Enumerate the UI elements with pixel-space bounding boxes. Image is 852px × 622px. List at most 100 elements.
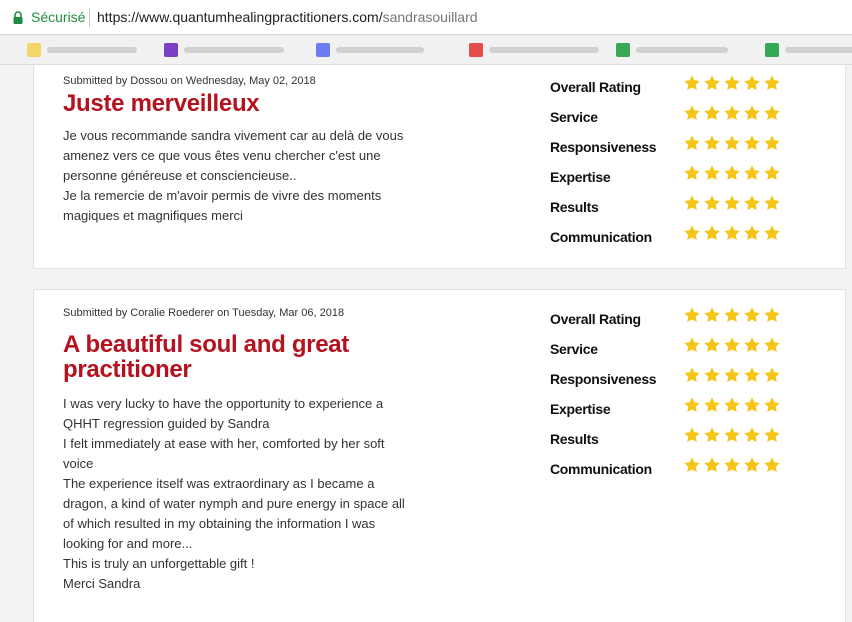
star-icon (703, 336, 721, 354)
rating-label: Service (550, 109, 598, 125)
star-icon (743, 396, 761, 414)
star-icon (763, 164, 781, 182)
star-icon (703, 366, 721, 384)
star-icon (703, 456, 721, 474)
star-icon (683, 456, 701, 474)
star-rating (683, 336, 783, 354)
star-icon (763, 134, 781, 152)
bookmark-icon (164, 43, 178, 57)
rating-label: Expertise (550, 169, 611, 185)
star-icon (743, 456, 761, 474)
star-icon (763, 456, 781, 474)
review-card: Submitted by Coralie Roederer on Tuesday… (33, 289, 846, 622)
star-icon (743, 336, 761, 354)
bookmark-icon (316, 43, 330, 57)
star-rating (683, 194, 783, 212)
review-body: I was very lucky to have the opportunity… (63, 394, 423, 594)
star-icon (723, 396, 741, 414)
star-rating (683, 134, 783, 152)
url-text[interactable]: https://www.quantumhealingpractitioners.… (97, 9, 478, 25)
rating-row: Expertise (550, 395, 810, 425)
rating-row: Overall Rating (550, 73, 810, 103)
star-icon (723, 224, 741, 242)
star-icon (703, 74, 721, 92)
star-icon (723, 104, 741, 122)
star-rating (683, 224, 783, 242)
bookmark-icon (469, 43, 483, 57)
star-icon (703, 164, 721, 182)
folder-icon (27, 43, 41, 57)
rating-row: Overall Rating (550, 305, 810, 335)
star-icon (743, 366, 761, 384)
rating-label: Expertise (550, 401, 611, 417)
rating-row: Results (550, 425, 810, 455)
rating-label: Overall Rating (550, 79, 641, 95)
url-path: sandrasouillard (382, 9, 478, 25)
review-meta: Submitted by Dossou on Wednesday, May 02… (63, 75, 316, 87)
star-icon (683, 134, 701, 152)
star-icon (723, 426, 741, 444)
rating-row: Results (550, 193, 810, 223)
url-base: https://www.quantumhealingpractitioners.… (97, 9, 383, 25)
star-icon (763, 366, 781, 384)
review-body-line: Je la remercie de m'avoir permis de vivr… (63, 188, 382, 203)
rating-label: Communication (550, 229, 652, 245)
star-icon (683, 224, 701, 242)
address-bar[interactable]: Sécurisé https://www.quantumhealingpract… (0, 0, 852, 35)
review-body-line: voice (63, 456, 94, 471)
star-icon (763, 224, 781, 242)
bookmark-icon (765, 43, 779, 57)
review-body-line: dragon, a kind of water nymph and pure e… (63, 496, 405, 511)
rating-list: Overall Rating Service Responsiveness Exper… (550, 305, 810, 485)
rating-label: Responsiveness (550, 139, 657, 155)
bookmarks-bar (0, 35, 852, 65)
star-icon (723, 366, 741, 384)
star-icon (683, 426, 701, 444)
rating-row: Responsiveness (550, 365, 810, 395)
star-rating (683, 456, 783, 474)
star-icon (683, 164, 701, 182)
star-rating (683, 396, 783, 414)
rating-label: Service (550, 341, 598, 357)
review-body: Je vous recommande sandra vivement car a… (63, 126, 423, 226)
star-icon (763, 104, 781, 122)
star-icon (703, 306, 721, 324)
star-icon (743, 104, 761, 122)
bookmark-label-blurred (184, 47, 284, 53)
address-separator (89, 8, 90, 27)
rating-row: Service (550, 103, 810, 133)
star-icon (743, 74, 761, 92)
review-body-line: magiques et magnifiques merci (63, 208, 243, 223)
bookmark-label-blurred (489, 47, 599, 53)
rating-row: Expertise (550, 163, 810, 193)
star-icon (763, 336, 781, 354)
secure-label[interactable]: Sécurisé (31, 9, 85, 25)
star-icon (723, 194, 741, 212)
star-icon (703, 194, 721, 212)
review-body-line: of which resulted in my obtaining the in… (63, 516, 376, 531)
star-icon (743, 134, 761, 152)
review-body-line: looking for and more... (63, 536, 193, 551)
star-icon (683, 366, 701, 384)
review-body-line: I felt immediately at ease with her, com… (63, 436, 385, 451)
rating-label: Communication (550, 461, 652, 477)
review-title: A beautiful soul and great practitioner (63, 331, 350, 383)
reviews-page: Submitted by Dossou on Wednesday, May 02… (0, 65, 852, 622)
rating-row: Responsiveness (550, 133, 810, 163)
star-icon (703, 426, 721, 444)
bookmark-label-blurred (47, 47, 137, 53)
star-rating (683, 426, 783, 444)
star-icon (683, 306, 701, 324)
lock-icon[interactable] (12, 11, 24, 24)
star-icon (703, 104, 721, 122)
star-icon (743, 306, 761, 324)
review-body-line: This is truly an unforgettable gift ! (63, 556, 255, 571)
star-icon (703, 396, 721, 414)
review-title: Juste merveilleux (63, 90, 260, 117)
star-icon (683, 194, 701, 212)
rating-list: Overall Rating Service Responsiveness Exper… (550, 73, 810, 253)
rating-label: Overall Rating (550, 311, 641, 327)
star-icon (703, 224, 721, 242)
star-icon (723, 456, 741, 474)
bookmark-label-blurred (785, 47, 852, 53)
